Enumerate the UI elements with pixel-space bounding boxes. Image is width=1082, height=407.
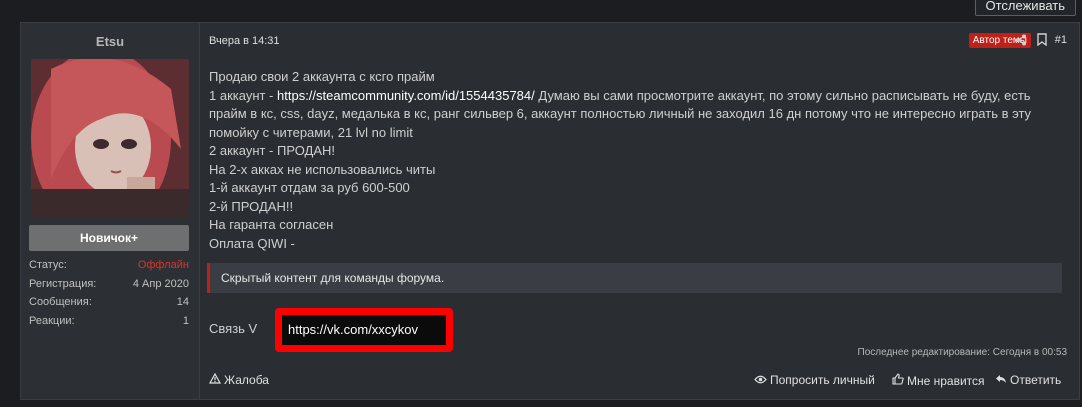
post-text: 1 аккаунт - [209, 87, 278, 103]
post-line: Оплата QIWI - [209, 235, 295, 251]
vk-link[interactable]: https://vk.com/xxcykov [282, 315, 446, 345]
registration-value: 4 Апр 2020 [132, 278, 189, 290]
post-line: 2 аккаунт - ПРОДАН! [209, 143, 336, 158]
user-sidebar: Etsu Новичок+ Статус: Оффлайн Регистраци… [21, 23, 200, 399]
forum-post: Etsu Новичок+ Статус: Оффлайн Регистраци… [20, 22, 1080, 400]
post-actions: Жалоба Попросить личный Мне нравится Отв… [209, 373, 1067, 391]
message-column: Вчера в 14:31 Автор темы #1 Продаю свои … [199, 23, 1079, 399]
reply-label: Ответить [1010, 373, 1062, 387]
edited-note: Последнее редактирование: Сегодня в 00:5… [857, 347, 1067, 358]
avatar-image [31, 59, 189, 217]
reactions-value: 1 [182, 315, 189, 327]
steam-link[interactable]: https://steamcommunity.com/id/1554435784… [277, 88, 535, 103]
thumbs-up-icon [892, 373, 904, 385]
request-personal-label: Попросить личный [770, 373, 875, 387]
hidden-content-block: Скрытый контент для команды форума. [207, 263, 1062, 293]
info-label: Регистрация: [29, 278, 97, 290]
like-label: Мне нравится [907, 374, 985, 388]
contact-label: Связь V [209, 321, 258, 336]
contact-line: Связь V [209, 321, 257, 336]
report-button[interactable]: Жалоба [209, 373, 269, 387]
username[interactable]: Etsu [21, 34, 199, 49]
reply-button[interactable]: Ответить [995, 373, 1061, 387]
user-rank-badge: Новичок+ [29, 225, 189, 251]
info-label: Статус: [29, 259, 67, 271]
request-personal-button[interactable]: Попросить личный [754, 373, 875, 387]
warning-icon [209, 373, 221, 384]
info-label: Реакции: [29, 315, 75, 327]
status-value: Оффлайн [137, 259, 189, 271]
post-number[interactable]: #1 [1055, 34, 1067, 46]
report-label: Жалоба [224, 373, 269, 387]
bookmark-icon[interactable] [1037, 33, 1047, 46]
post-line: Продаю свои 2 аккаунта с ксго прайм [209, 69, 435, 84]
highlight-box: https://vk.com/xxcykov [275, 308, 453, 352]
watch-button[interactable]: Отслеживать [974, 0, 1076, 16]
reply-icon [996, 375, 1006, 383]
post-line: 2-й ПРОДАН!! [209, 198, 294, 214]
messages-value: 14 [176, 296, 189, 308]
like-button[interactable]: Мне нравится [892, 373, 985, 388]
post-line: 1 аккаунт - https://steamcommunity.com/i… [209, 87, 1069, 143]
post-body: Продаю свои 2 аккаунта с ксго прайм 1 ак… [209, 68, 1069, 253]
post-date[interactable]: Вчера в 14:31 [209, 35, 280, 47]
info-label: Сообщения: [29, 296, 92, 308]
post-line: На гаранта согласен [209, 217, 334, 232]
post-line: 1-й аккаунт отдам за руб 600-500 [209, 180, 410, 195]
post-line: На 2-х акках не использовались читы [209, 161, 436, 177]
share-icon[interactable] [1015, 34, 1027, 46]
eye-icon [754, 375, 767, 384]
avatar[interactable] [31, 59, 189, 217]
